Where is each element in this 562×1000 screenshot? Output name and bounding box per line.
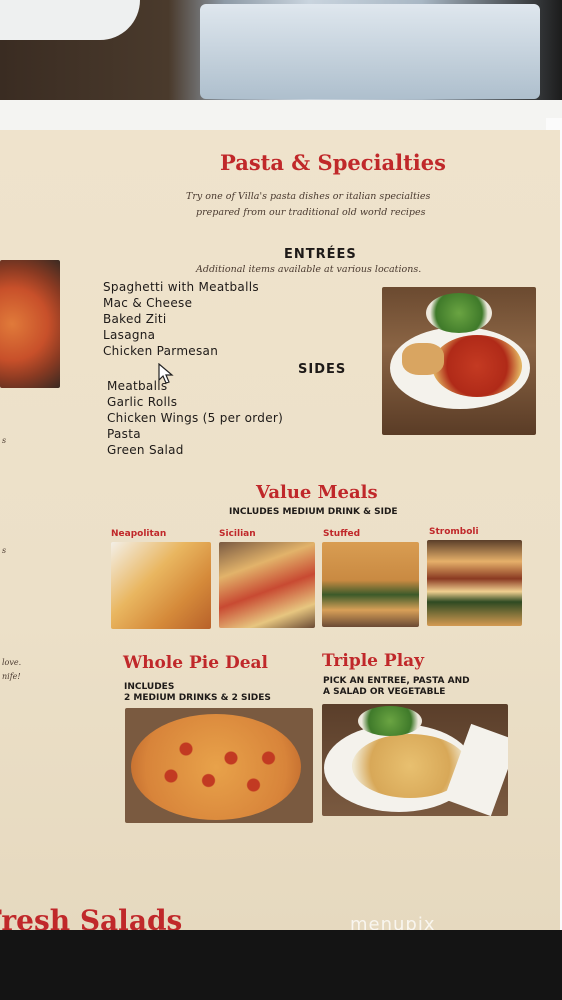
triple-play-photo bbox=[322, 704, 508, 816]
entrees-note: Additional items available at various lo… bbox=[196, 264, 422, 275]
section-subtitle-line1: Try one of Villa's pasta dishes or itali… bbox=[186, 191, 431, 202]
left-fragment: s bbox=[2, 436, 7, 445]
background-photo bbox=[0, 0, 562, 112]
pizza-photo-left bbox=[0, 260, 60, 388]
section-subtitle-line2: prepared from our traditional old world … bbox=[196, 207, 426, 218]
mouse-pointer-icon bbox=[158, 363, 174, 384]
entree-item: Lasagna bbox=[103, 328, 156, 342]
value-meal-label: Sicilian bbox=[219, 529, 256, 539]
triple-play-line1: PICK AN ENTREE, PASTA AND bbox=[323, 676, 470, 686]
entree-item: Chicken Parmesan bbox=[103, 344, 219, 358]
whole-pie-line2: 2 MEDIUM DRINKS & 2 SIDES bbox=[124, 693, 271, 703]
side-item: Green Salad bbox=[107, 443, 184, 457]
napkin-photo bbox=[200, 4, 540, 99]
value-meal-label: Neapolitan bbox=[111, 529, 167, 539]
whole-pie-line1: INCLUDES bbox=[124, 682, 175, 692]
monitor-bezel bbox=[0, 930, 562, 1000]
side-item: Chicken Wings (5 per order) bbox=[107, 411, 284, 425]
stuffed-photo bbox=[322, 542, 419, 627]
entree-item: Baked Ziti bbox=[103, 312, 167, 326]
value-meal-label: Stuffed bbox=[323, 529, 361, 539]
section-heading: Pasta & Specialties bbox=[220, 150, 446, 175]
value-meals-subtitle: INCLUDES MEDIUM DRINK & SIDE bbox=[229, 507, 398, 517]
stromboli-photo bbox=[427, 540, 522, 626]
side-item: Pasta bbox=[107, 427, 141, 441]
triple-play-line2: A SALAD OR VEGETABLE bbox=[323, 687, 446, 697]
entree-item: Spaghetti with Meatballs bbox=[103, 280, 259, 294]
sicilian-photo bbox=[219, 542, 315, 628]
left-fragment: love. bbox=[2, 658, 22, 667]
entrees-title: ENTRÉES bbox=[284, 247, 357, 262]
neapolitan-photo bbox=[111, 542, 211, 629]
left-fragment: s bbox=[2, 546, 7, 555]
plate-photo bbox=[0, 0, 140, 40]
sides-title: SIDES bbox=[298, 362, 347, 377]
spaghetti-photo bbox=[382, 287, 536, 435]
side-item: Garlic Rolls bbox=[107, 395, 178, 409]
pepperoni-pizza-photo bbox=[125, 708, 313, 823]
value-meals-title: Value Meals bbox=[256, 482, 378, 503]
left-fragment: nife! bbox=[2, 672, 21, 681]
triple-play-title: Triple Play bbox=[322, 651, 425, 671]
value-meal-label: Stromboli bbox=[429, 527, 479, 537]
entree-item: Mac & Cheese bbox=[103, 296, 193, 310]
whole-pie-title: Whole Pie Deal bbox=[123, 653, 268, 673]
menu-page: Pasta & Specialties Try one of Villa's p… bbox=[0, 130, 560, 937]
